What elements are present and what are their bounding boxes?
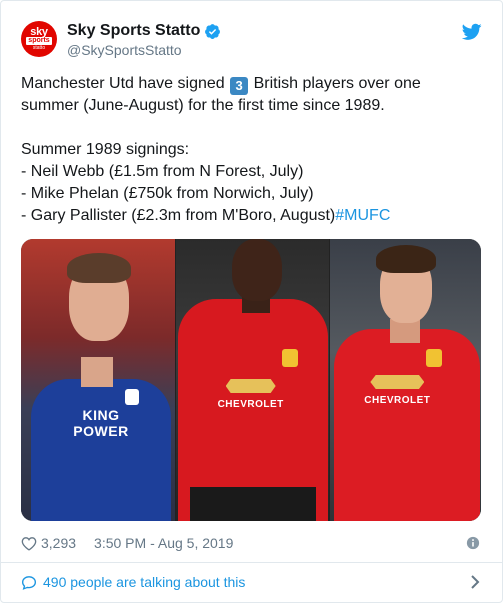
- player-2-crest: [281, 349, 298, 367]
- player-3-hair: [376, 245, 437, 273]
- like-count[interactable]: 3,293: [41, 535, 76, 551]
- footer-divider: [1, 562, 502, 563]
- tweet-meta: 3,293 3:50 PM - Aug 5, 2019: [21, 533, 233, 553]
- player-2-shorts: [189, 487, 316, 521]
- player-3-shirt: [334, 329, 481, 521]
- tweet-card: sky sports statto Sky Sports Statto @Sky…: [0, 0, 503, 603]
- chat-bubble-icon: [21, 575, 37, 590]
- tweet-line-1-end: British players over one: [249, 75, 421, 92]
- tweet-line-6: - Gary Pallister (£2.3m from M'Boro, Aug…: [21, 205, 481, 227]
- avatar-logo-sky: sky: [30, 26, 48, 38]
- avatar[interactable]: sky sports statto: [21, 21, 57, 57]
- sponsor-line-king: KING: [82, 407, 120, 423]
- avatar-logo-statto: statto: [32, 45, 46, 51]
- tweet-timestamp[interactable]: 3:50 PM - Aug 5, 2019: [94, 535, 233, 551]
- tweet-line-5: - Mike Phelan (£750k from Norwich, July): [21, 185, 314, 202]
- keycap-three-emoji: 3: [230, 77, 249, 95]
- talking-link[interactable]: 490 people are talking about this: [21, 572, 245, 592]
- tweet-text: Manchester Utd have signed 3 British pla…: [21, 73, 481, 227]
- hashtag-link[interactable]: #MUFC: [335, 207, 390, 224]
- talking-count-text: 490 people are talking about this: [43, 574, 246, 590]
- player-2-head: [231, 239, 282, 301]
- tweet-line-1: Manchester Utd have signed 3 British pla…: [21, 73, 481, 95]
- player-1-crest: [125, 389, 139, 405]
- info-icon[interactable]: [466, 536, 480, 550]
- verified-icon: [205, 23, 221, 39]
- display-name[interactable]: Sky Sports Statto: [67, 22, 200, 40]
- player-2-bowtie-logo: [225, 379, 276, 393]
- tweet-line-6-text: - Gary Pallister (£2.3m from M'Boro, Aug…: [21, 207, 336, 224]
- player-3-sponsor: CHEVROLET: [364, 395, 431, 406]
- player-3-bowtie-logo: [370, 375, 425, 389]
- player-photo-3: CHEVROLET: [330, 239, 481, 521]
- avatar-logo-sports: sports: [26, 37, 52, 45]
- author-handle[interactable]: @SkySportsStatto: [67, 42, 182, 58]
- tweet-line-3: Summer 1989 signings:: [21, 141, 190, 158]
- player-2-sponsor: CHEVROLET: [217, 399, 284, 410]
- player-1-sponsor: KING POWER: [51, 407, 151, 439]
- player-photo-1: KING POWER: [21, 239, 175, 521]
- tweet-line-1-start: Manchester Utd have signed: [21, 75, 230, 92]
- player-1-shirt: [31, 379, 171, 521]
- sponsor-line-power: POWER: [73, 423, 129, 439]
- player-1-hair: [67, 253, 131, 283]
- chevron-right-icon[interactable]: [470, 574, 480, 590]
- player-3-crest: [426, 349, 443, 367]
- tweet-line-4: - Neil Webb (£1.5m from N Forest, July): [21, 163, 304, 180]
- tweet-line-2: summer (June-August) for the first time …: [21, 97, 385, 114]
- player-1-neck: [81, 357, 113, 387]
- tweet-media-image[interactable]: KING POWER CHEVROLET CHEVROLET: [21, 239, 481, 521]
- twitter-bird-icon[interactable]: [462, 23, 482, 41]
- author-name-row[interactable]: Sky Sports Statto: [67, 21, 221, 41]
- heart-icon[interactable]: [21, 536, 37, 551]
- player-photo-2: CHEVROLET: [175, 239, 330, 521]
